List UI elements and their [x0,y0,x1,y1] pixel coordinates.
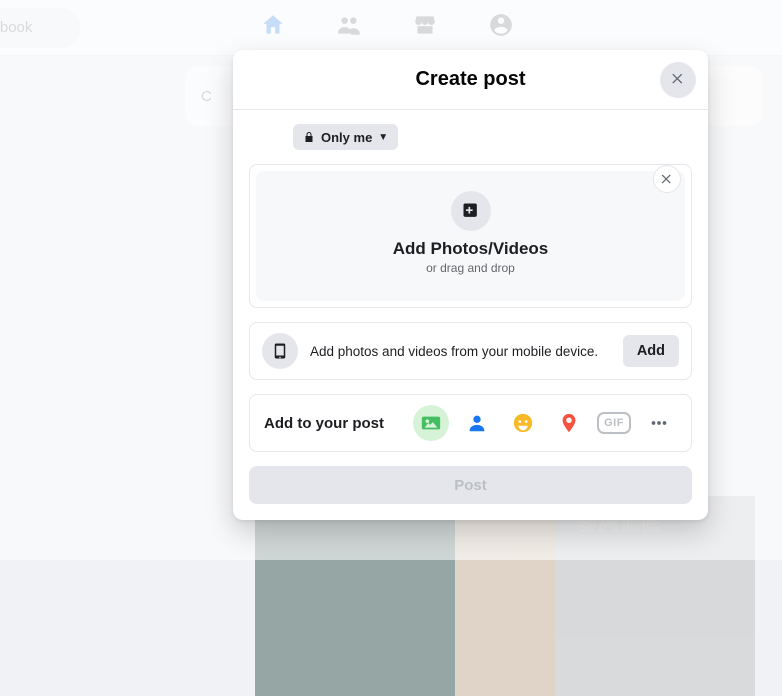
mobile-upload-text: Add photos and videos from your mobile d… [310,344,611,359]
more-options-button[interactable] [641,405,677,441]
close-icon [660,172,674,186]
create-post-modal: Create post Only me ▼ Add Photos/Videos … [233,50,708,520]
close-dropzone-button[interactable] [653,165,681,193]
modal-body: Only me ▼ Add Photos/Videos or drag and … [233,110,708,520]
mobile-badge [262,333,298,369]
dropzone-subtitle: or drag and drop [426,261,515,275]
dropzone-title: Add Photos/Videos [393,239,549,259]
add-media-badge [451,191,491,231]
mobile-add-button[interactable]: Add [623,335,679,367]
feeling-activity-button[interactable] [505,405,541,441]
dropzone-inner[interactable]: Add Photos/Videos or drag and drop [256,171,685,301]
author-row: Only me ▼ [249,124,692,150]
more-icon [648,412,670,434]
add-to-post-row: Add to your post GIF [249,394,692,452]
close-modal-button[interactable] [660,62,696,98]
close-icon [669,71,687,89]
audience-selector[interactable]: Only me ▼ [293,124,398,150]
phone-icon [271,342,289,360]
tag-people-icon [466,412,488,434]
lock-icon [303,131,315,143]
location-icon [558,412,580,434]
gif-button[interactable]: GIF [597,412,631,434]
audience-label: Only me [321,130,372,145]
media-dropzone[interactable]: Add Photos/Videos or drag and drop [249,164,692,308]
check-in-button[interactable] [551,405,587,441]
add-media-icon [461,201,481,221]
mobile-upload-row: Add photos and videos from your mobile d… [249,322,692,380]
photo-icon [420,412,442,434]
post-button[interactable]: Post [249,466,692,504]
tag-people-button[interactable] [459,405,495,441]
smiley-icon [512,412,534,434]
add-photo-button[interactable] [413,405,449,441]
caret-down-icon: ▼ [378,132,388,143]
modal-header: Create post [233,50,708,110]
add-to-post-label: Add to your post [264,415,403,432]
modal-title: Create post [415,68,525,91]
